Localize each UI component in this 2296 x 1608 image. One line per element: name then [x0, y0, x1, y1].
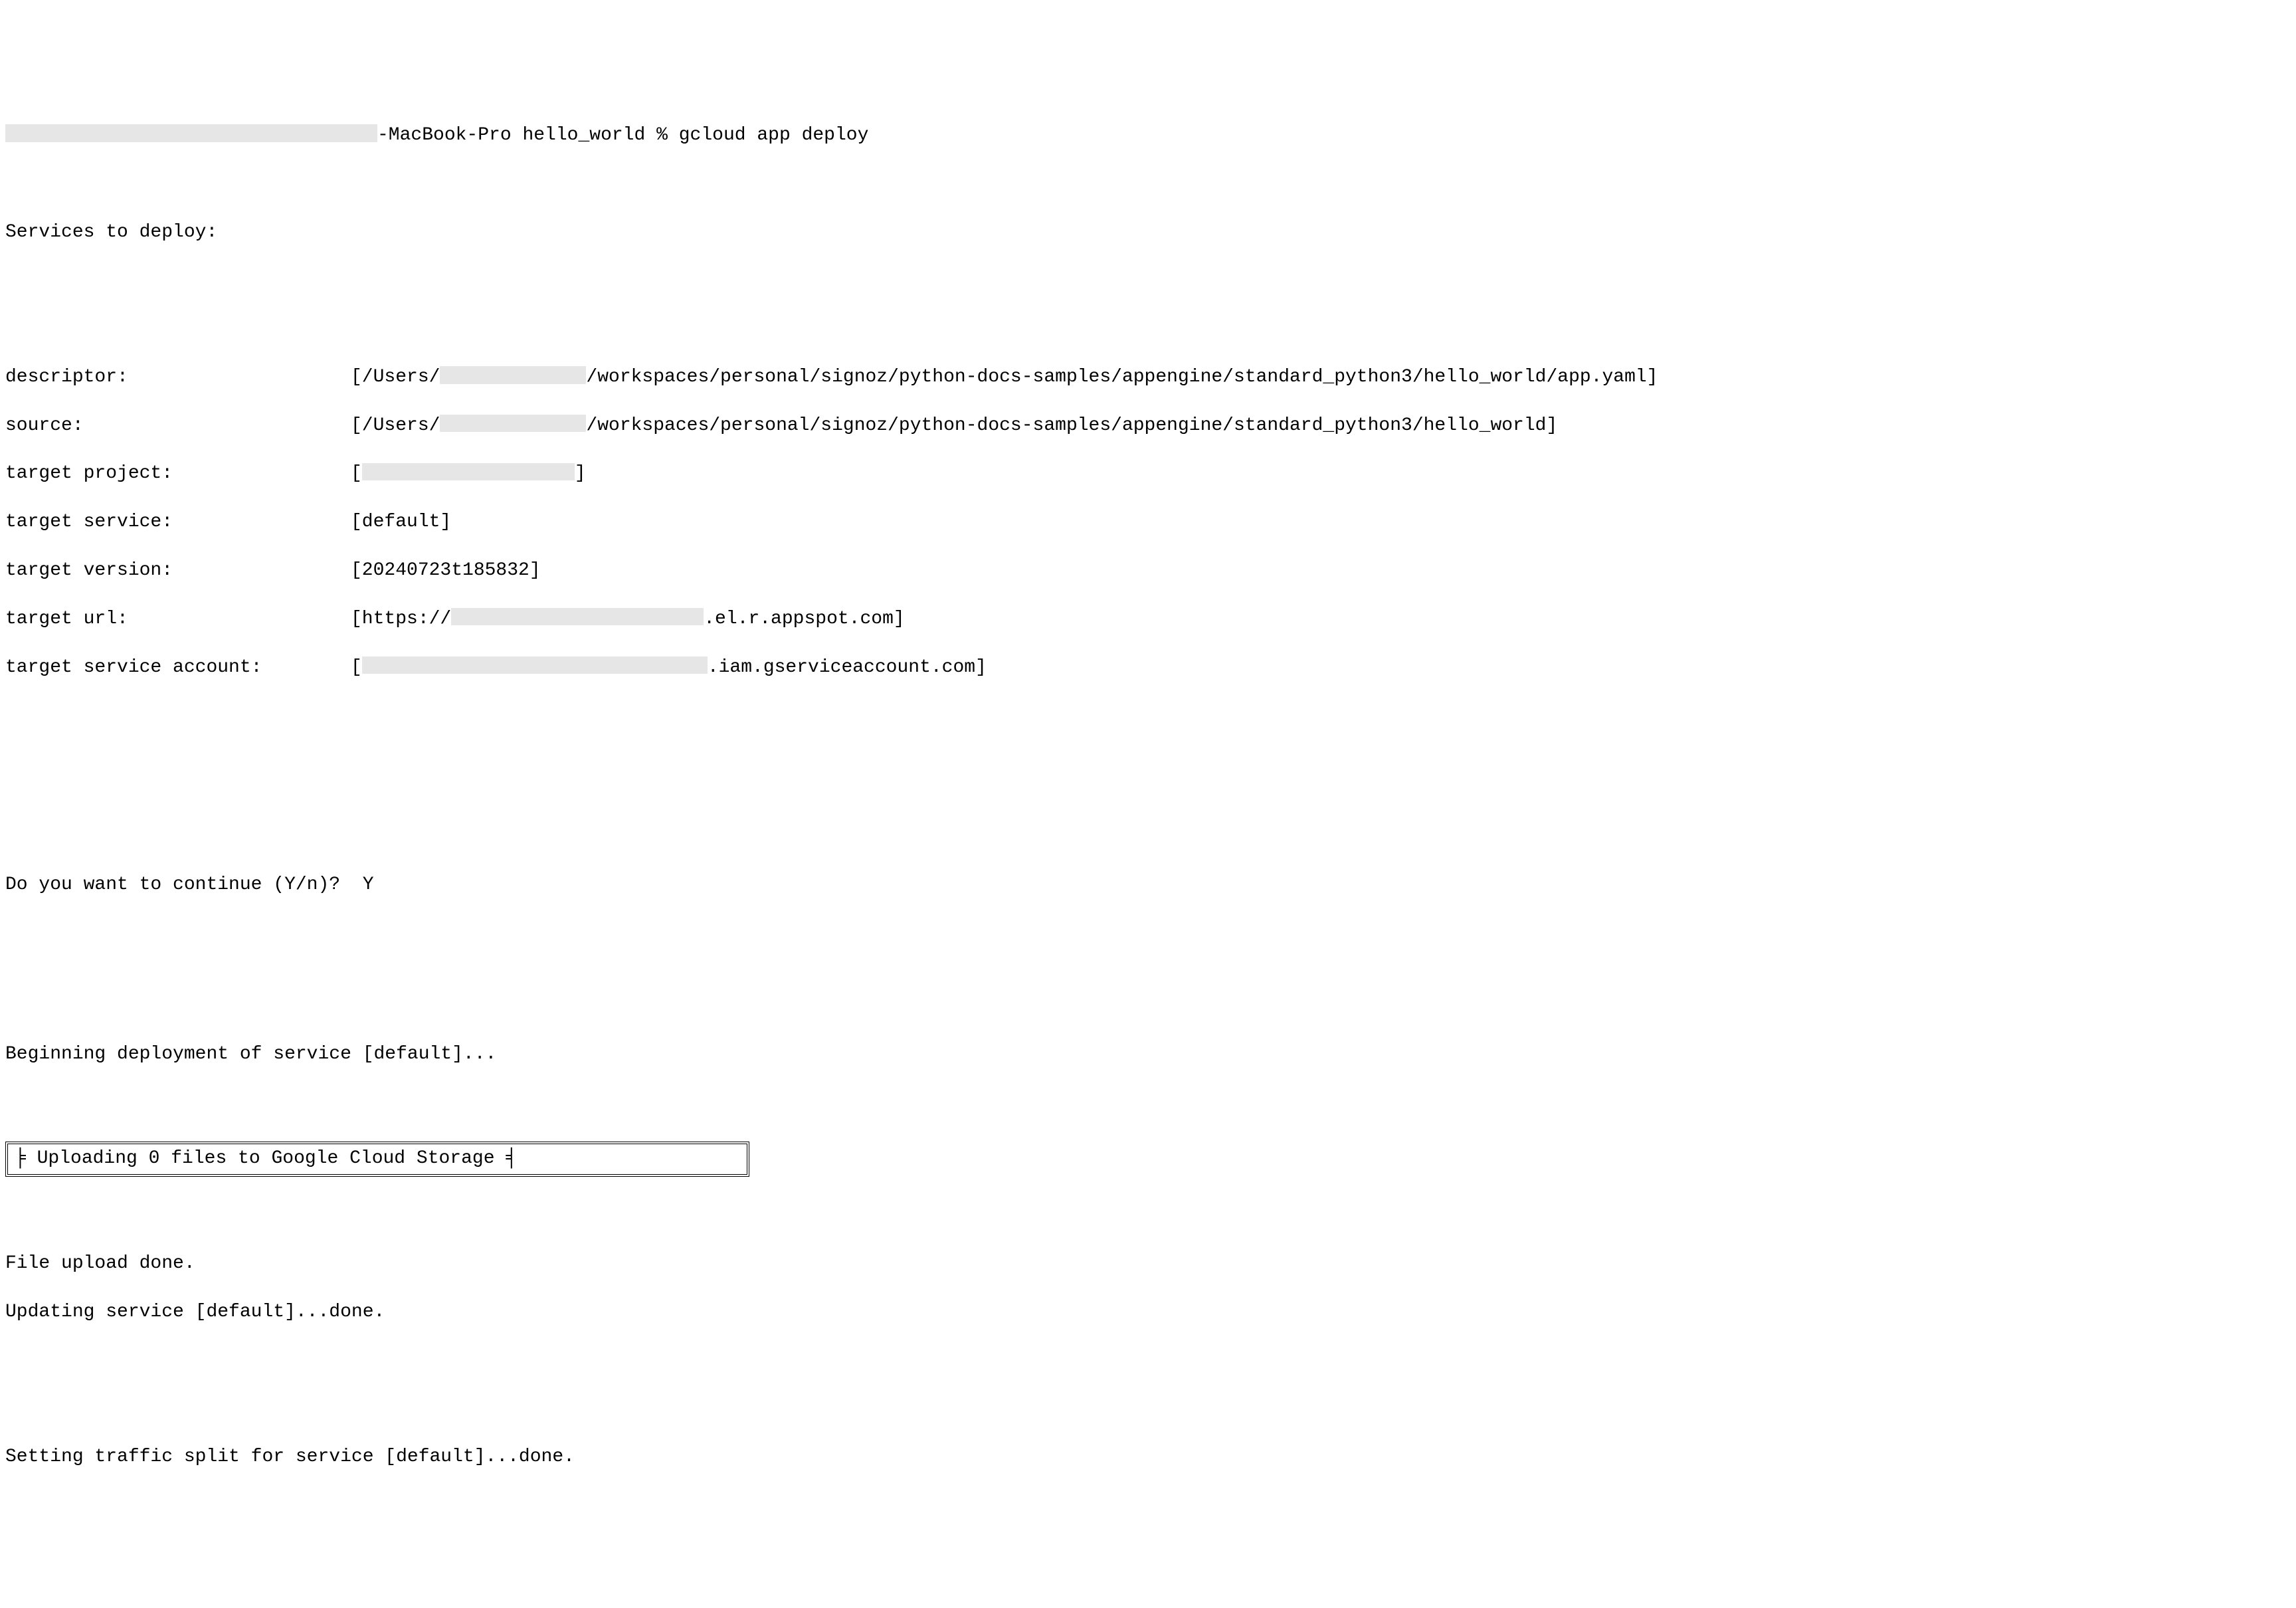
- kv-label: target service account:: [5, 656, 351, 680]
- kv-value: [https://.el.r.appspot.com]: [351, 609, 905, 629]
- blank-line: [5, 728, 2291, 752]
- file-upload-done: File upload done.: [5, 1252, 2291, 1276]
- upload-box-wrapper: ╞ Uploading 0 files to Google Cloud Stor…: [5, 1142, 2291, 1176]
- prompt-cwd: hello_world: [522, 125, 645, 146]
- kv-target-service-account: target service account:[.iam.gserviceacc…: [5, 656, 2291, 680]
- updating-service: Updating service [default]...done.: [5, 1300, 2291, 1324]
- traffic-split: Setting traffic split for service [defau…: [5, 1445, 2291, 1469]
- kv-value: [default]: [351, 512, 451, 532]
- kv-value: [.iam.gserviceaccount.com]: [351, 657, 987, 678]
- kv-target-project: target project:[]: [5, 462, 2291, 486]
- kv-label: target version:: [5, 559, 351, 583]
- redacted-user: [440, 366, 586, 384]
- kv-value: [/Users//workspaces/personal/signoz/pyth…: [351, 367, 1658, 387]
- prompt-line: -MacBook-Pro hello_world % gcloud app de…: [5, 124, 2291, 148]
- kv-descriptor: descriptor:[/Users//workspaces/personal/…: [5, 365, 2291, 389]
- prompt-symbol: %: [656, 125, 668, 146]
- confirm-question: Do you want to continue (Y/n)?: [5, 874, 340, 895]
- kv-label: target project:: [5, 462, 351, 486]
- kv-label: source:: [5, 414, 351, 438]
- blank-line: [5, 1373, 2291, 1397]
- kv-label: target service:: [5, 510, 351, 534]
- redacted-project: [362, 463, 575, 481]
- kv-value: []: [351, 463, 586, 484]
- redacted-user: [440, 415, 586, 433]
- prompt-command: gcloud app deploy: [679, 125, 869, 146]
- kv-value: [20240723t185832]: [351, 560, 541, 581]
- kv-target-service: target service:[default]: [5, 510, 2291, 534]
- kv-target-version: target version:[20240723t185832]: [5, 559, 2291, 583]
- redacted-service-account: [362, 656, 708, 674]
- redacted-url-sub: [451, 608, 704, 626]
- kv-value: [/Users//workspaces/personal/signoz/pyth…: [351, 415, 1557, 436]
- blank-line: [5, 777, 2291, 801]
- upload-progress-box: ╞ Uploading 0 files to Google Cloud Stor…: [5, 1142, 749, 1176]
- kv-label: descriptor:: [5, 365, 351, 389]
- redacted-hostname: [5, 124, 377, 142]
- begin-deploy: Beginning deployment of service [default…: [5, 1043, 2291, 1066]
- prompt-host-suffix: -MacBook-Pro: [377, 125, 512, 146]
- kv-target-url: target url:[https://.el.r.appspot.com]: [5, 607, 2291, 631]
- confirm-line: Do you want to continue (Y/n)? Y: [5, 873, 2291, 897]
- blank-line: [5, 1518, 2291, 1542]
- kv-label: target url:: [5, 607, 351, 631]
- confirm-answer[interactable]: Y: [363, 874, 374, 895]
- blank-line: [5, 268, 2291, 292]
- upload-progress-text: Uploading 0 files to Google Cloud Storag…: [37, 1148, 495, 1169]
- services-header: Services to deploy:: [5, 221, 2291, 245]
- blank-line: [5, 946, 2291, 969]
- kv-source: source:[/Users//workspaces/personal/sign…: [5, 414, 2291, 438]
